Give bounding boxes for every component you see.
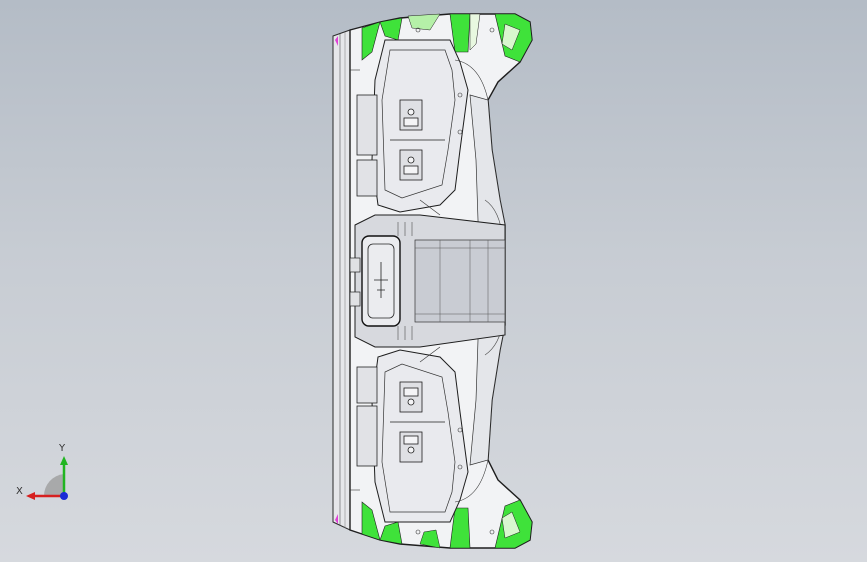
lower-slot-2 bbox=[356, 366, 378, 404]
coordinate-triad bbox=[26, 456, 68, 500]
y-axis-label: Y bbox=[59, 443, 66, 454]
cad-part-model[interactable] bbox=[0, 0, 867, 562]
left-flange bbox=[332, 29, 351, 531]
center-channel bbox=[414, 239, 506, 323]
upper-slot-2 bbox=[356, 159, 378, 197]
x-axis-label: X bbox=[16, 486, 23, 497]
upper-slot-1 bbox=[356, 94, 378, 156]
graphics-viewport[interactable]: Y X bbox=[0, 0, 867, 562]
lower-slot-1 bbox=[356, 405, 378, 467]
triad-plane-indicator bbox=[43, 474, 64, 496]
z-axis-dot bbox=[60, 492, 68, 500]
